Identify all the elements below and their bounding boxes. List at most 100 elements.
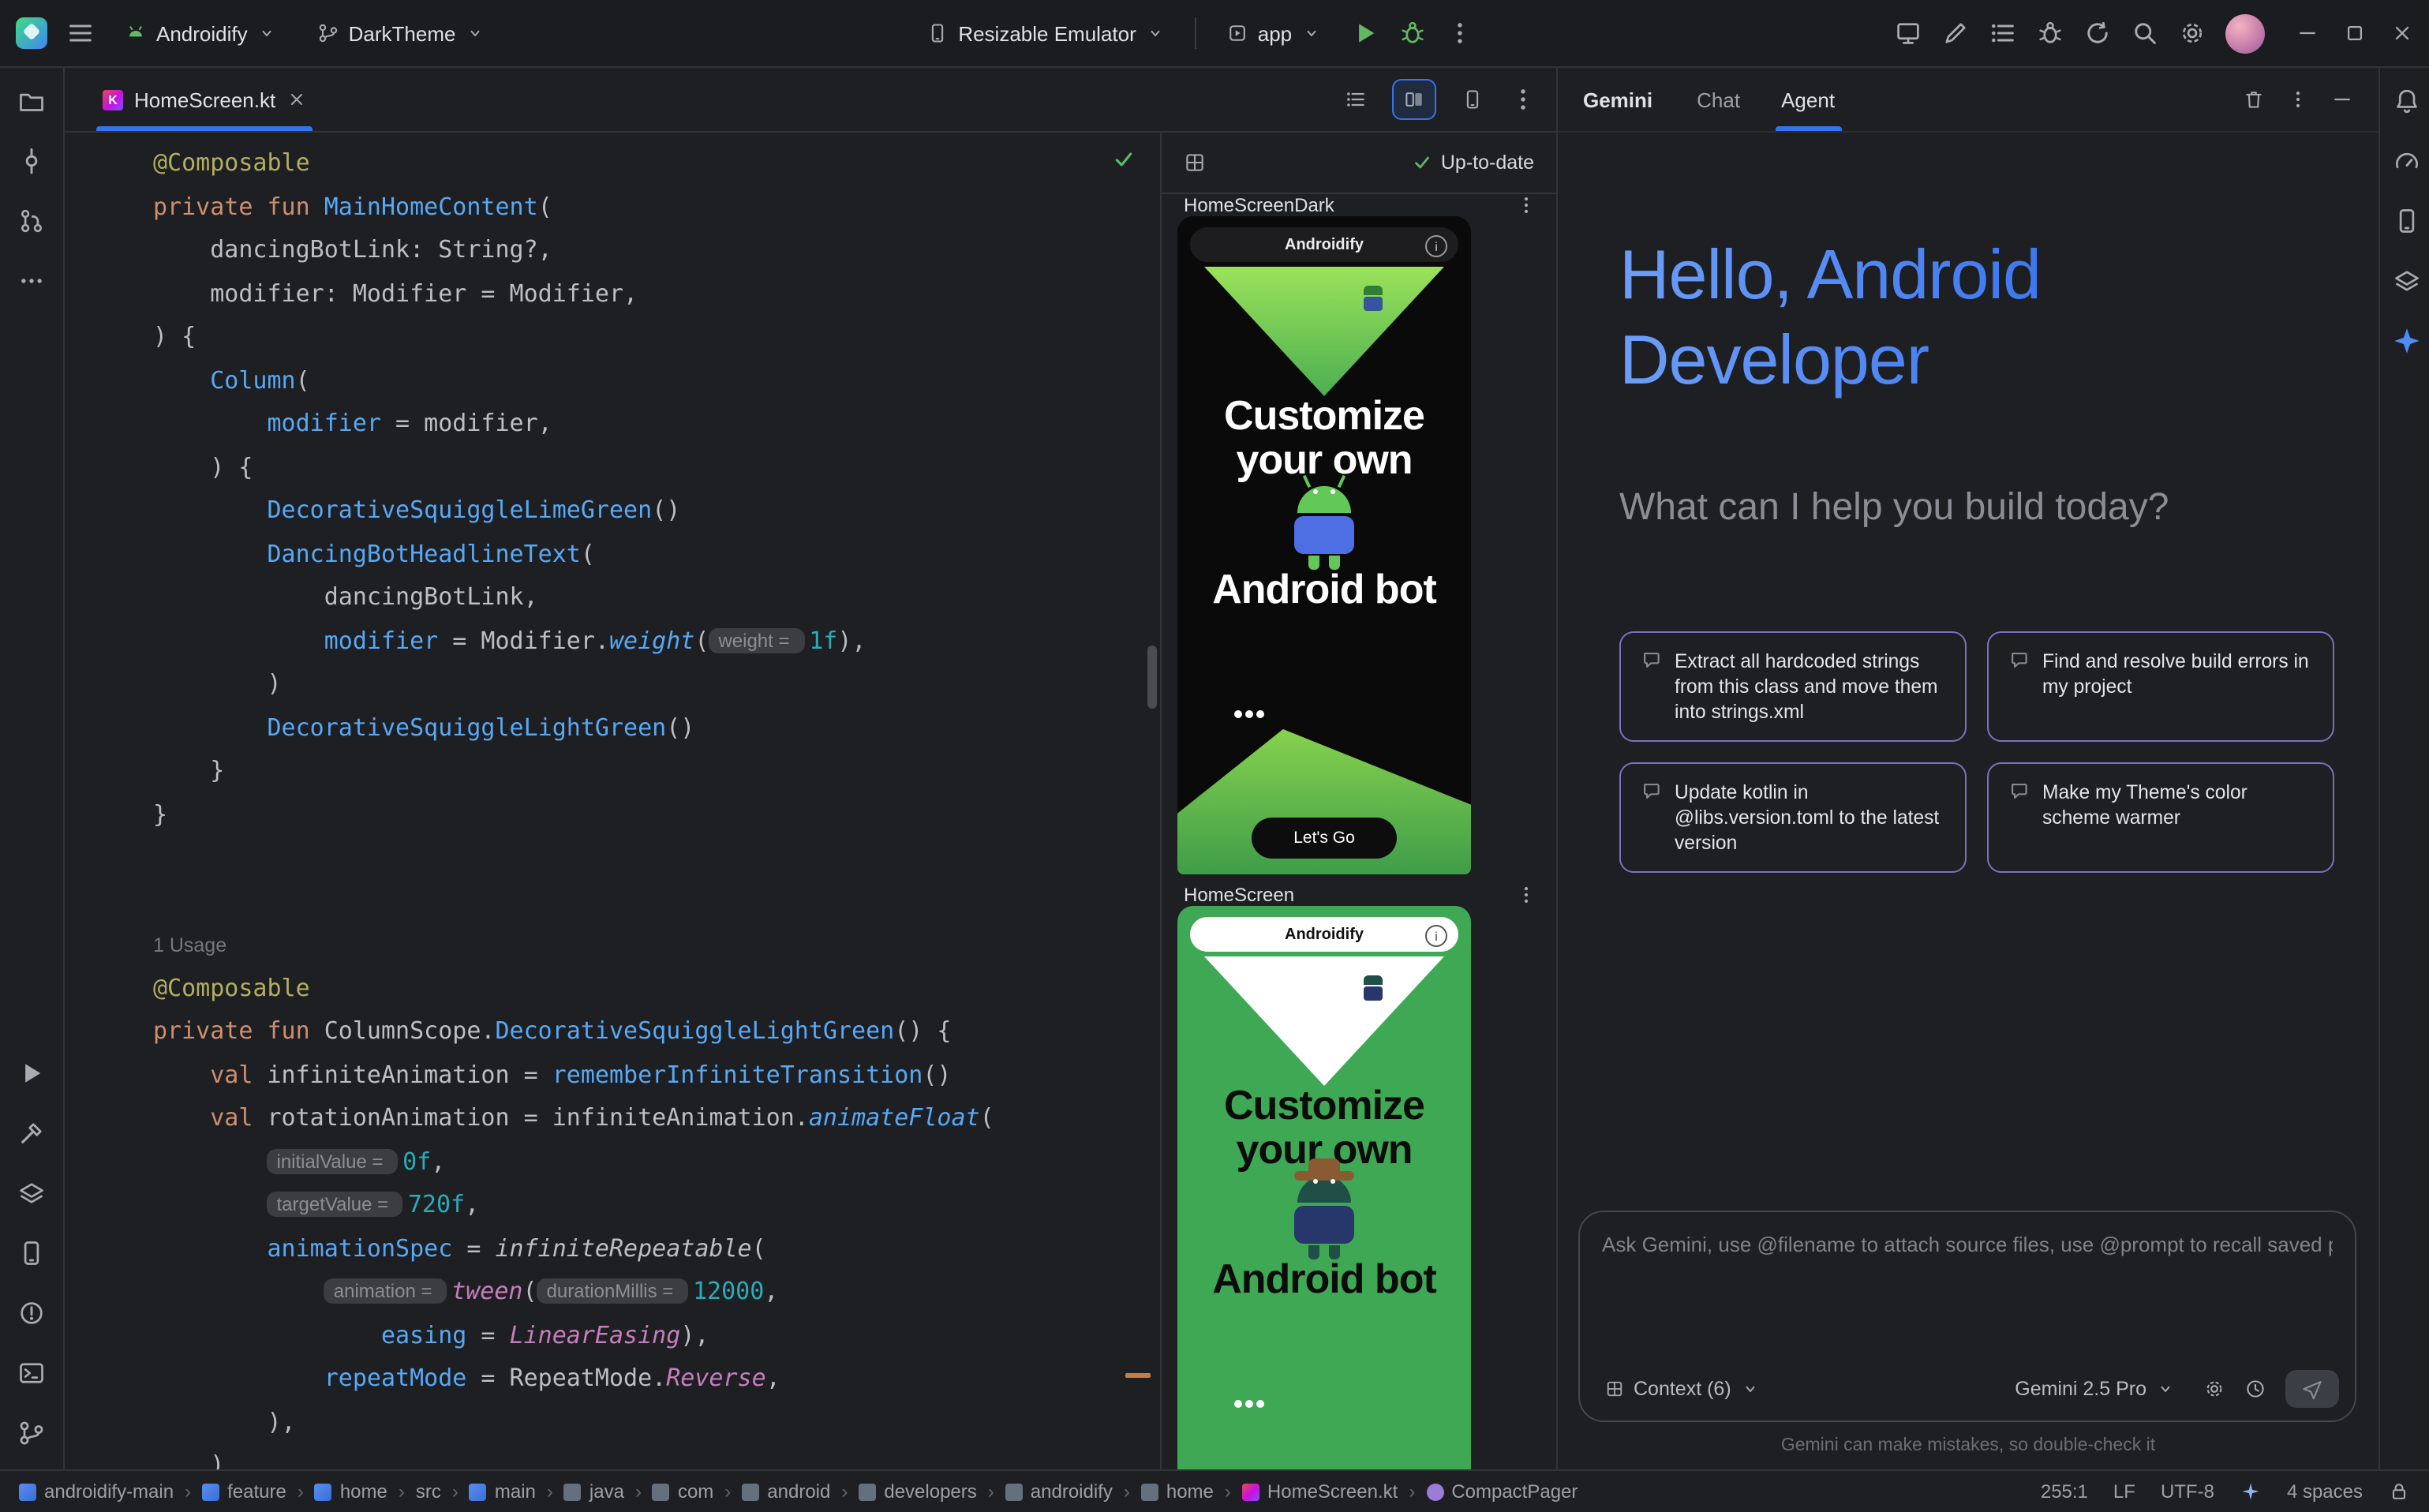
breadcrumb-item[interactable]: developers	[859, 1480, 976, 1503]
more-tools-icon[interactable]	[17, 267, 46, 295]
notifications-icon[interactable]	[2393, 87, 2421, 115]
ai-bug-icon[interactable]	[2036, 19, 2064, 47]
code-line[interactable]	[153, 836, 1160, 880]
preview-options-icon[interactable]	[1515, 884, 1537, 906]
tab-close-icon[interactable]	[286, 90, 305, 109]
suggestion-card[interactable]: Make my Theme's color scheme warmer	[1987, 762, 2334, 873]
running-devices-icon[interactable]	[1894, 19, 1922, 47]
breadcrumb-item[interactable]: home	[1141, 1480, 1214, 1503]
code-line[interactable]: ) {	[153, 316, 1160, 359]
breadcrumb-item[interactable]: CompactPager	[1426, 1480, 1578, 1503]
suggestion-card[interactable]: Extract all hardcoded strings from this …	[1619, 631, 1967, 742]
code-line[interactable]: DecorativeSquiggleLimeGreen()	[153, 489, 1160, 533]
run-tool-icon[interactable]	[17, 1059, 46, 1087]
vcs-branch-selector[interactable]: DarkTheme	[306, 15, 496, 51]
code-line[interactable]: val infiniteAnimation = rememberInfinite…	[153, 1054, 1160, 1097]
gradle-sync-icon[interactable]	[2083, 19, 2112, 47]
breadcrumb-item[interactable]: com	[653, 1480, 713, 1503]
ai-pencil-icon[interactable]	[1941, 19, 1970, 47]
packages-tool-icon[interactable]	[17, 1179, 46, 1207]
device-manager-tool-icon[interactable]	[17, 1239, 46, 1267]
task-list-icon[interactable]	[1989, 19, 2017, 47]
user-avatar[interactable]	[2225, 13, 2265, 53]
file-encoding[interactable]: UTF-8	[2161, 1480, 2214, 1503]
breadcrumb-item[interactable]: feature	[202, 1480, 286, 1503]
code-line[interactable]	[153, 880, 1160, 923]
split-view-toggle[interactable]	[1392, 79, 1436, 120]
preview-layout-icon[interactable]	[1184, 152, 1206, 174]
problems-tool-icon[interactable]	[17, 1299, 46, 1327]
readonly-lock-icon[interactable]	[2388, 1480, 2410, 1503]
debug-button[interactable]	[1398, 19, 1426, 47]
code-line[interactable]: }	[153, 793, 1160, 836]
tab-chat[interactable]: Chat	[1694, 68, 1743, 131]
inspection-ok-icon[interactable]	[1113, 148, 1135, 170]
prompt-history-icon[interactable]	[2244, 1378, 2266, 1400]
code-line[interactable]: ) {	[153, 446, 1160, 489]
window-minimize-button[interactable]	[2296, 22, 2319, 44]
code-line[interactable]: ),	[153, 1401, 1160, 1444]
device-selector[interactable]: Resizable Emulator	[915, 15, 1175, 51]
code-editor[interactable]: @Composableprivate fun MainHomeContent( …	[65, 133, 1160, 1469]
context-selector[interactable]: Context (6)	[1596, 1373, 1769, 1405]
line-ending[interactable]: LF	[2113, 1480, 2135, 1503]
window-close-button[interactable]	[2391, 22, 2413, 44]
run-configuration-selector[interactable]: app	[1215, 15, 1331, 51]
code-line[interactable]: dancingBotLink,	[153, 576, 1160, 619]
code-line[interactable]: DancingBotHeadlineText(	[153, 533, 1160, 576]
breadcrumb-item[interactable]: android	[742, 1480, 830, 1503]
code-line[interactable]: @Composable	[153, 142, 1160, 185]
breadcrumb-item[interactable]: java	[564, 1480, 624, 1503]
gemini-tool-icon[interactable]	[2393, 327, 2421, 355]
pull-requests-tool-icon[interactable]	[17, 207, 46, 235]
hide-panel-icon[interactable]	[2331, 88, 2353, 110]
design-view-toggle[interactable]	[1452, 80, 1493, 118]
preview-phone-dark[interactable]: Androidify i Customize your own	[1177, 216, 1471, 874]
indent-setting[interactable]: 4 spaces	[2287, 1480, 2363, 1503]
breadcrumb-item[interactable]: main	[470, 1480, 536, 1503]
todo-stripe-mark[interactable]	[1125, 1373, 1151, 1378]
ai-spark-icon[interactable]	[2240, 1480, 2262, 1503]
profiler-icon[interactable]	[2393, 147, 2421, 175]
main-menu-icon[interactable]	[66, 19, 95, 47]
run-button[interactable]	[1350, 19, 1379, 47]
code-line[interactable]: }	[153, 750, 1160, 793]
code-line[interactable]: animation = tween(durationMillis = 12000…	[153, 1271, 1160, 1314]
search-everywhere-icon[interactable]	[2131, 19, 2159, 47]
window-maximize-button[interactable]	[2344, 22, 2366, 44]
preview-options-icon[interactable]	[1515, 194, 1537, 216]
settings-gear-icon[interactable]	[2178, 19, 2206, 47]
code-line[interactable]: initialValue = 0f,	[153, 1140, 1160, 1184]
breadcrumb-item[interactable]: home	[315, 1480, 387, 1503]
breadcrumb-item[interactable]: HomeScreen.kt	[1242, 1480, 1398, 1503]
gemini-prompt-input[interactable]: Ask Gemini, use @filename to attach sour…	[1578, 1211, 2356, 1422]
code-line[interactable]: val rotationAnimation = infiniteAnimatio…	[153, 1097, 1160, 1140]
tab-agent[interactable]: Agent	[1778, 68, 1838, 131]
terminal-tool-icon[interactable]	[17, 1359, 46, 1387]
code-line[interactable]: DecorativeSquiggleLightGreen()	[153, 706, 1160, 750]
more-actions-icon[interactable]	[1445, 19, 1473, 47]
breadcrumb-item[interactable]: src	[416, 1480, 441, 1503]
code-line[interactable]: modifier = Modifier.weight(weight = 1f),	[153, 619, 1160, 663]
code-line[interactable]: dancingBotLink: String?,	[153, 229, 1160, 272]
layout-inspector-icon[interactable]	[2393, 267, 2421, 295]
code-line[interactable]: modifier = modifier,	[153, 402, 1160, 446]
gemini-options-icon[interactable]	[2287, 88, 2309, 110]
code-line[interactable]: easing = LinearEasing),	[153, 1314, 1160, 1357]
code-line[interactable]: private fun MainHomeContent(	[153, 185, 1160, 229]
commit-tool-icon[interactable]	[17, 147, 46, 175]
code-line[interactable]: 1 Usage	[153, 923, 1160, 967]
model-selector[interactable]: Gemini 2.5 Pro	[2005, 1373, 2184, 1405]
suggestion-card[interactable]: Update kotlin in @libs.version.toml to t…	[1619, 762, 1967, 873]
code-line[interactable]: )	[153, 663, 1160, 706]
breadcrumb-item[interactable]: androidify-main	[19, 1480, 174, 1503]
preview-phone-light[interactable]: Androidify i Customize your own	[1177, 906, 1471, 1469]
delete-conversation-icon[interactable]	[2243, 88, 2265, 110]
suggestion-card[interactable]: Find and resolve build errors in my proj…	[1987, 631, 2334, 742]
code-line[interactable]: animationSpec = infiniteRepeatable(	[153, 1227, 1160, 1271]
caret-position[interactable]: 255:1	[2041, 1480, 2088, 1503]
code-line[interactable]: Column(	[153, 359, 1160, 402]
project-tool-icon[interactable]	[17, 87, 46, 115]
send-button[interactable]	[2285, 1370, 2339, 1408]
code-line[interactable]: @Composable	[153, 967, 1160, 1010]
